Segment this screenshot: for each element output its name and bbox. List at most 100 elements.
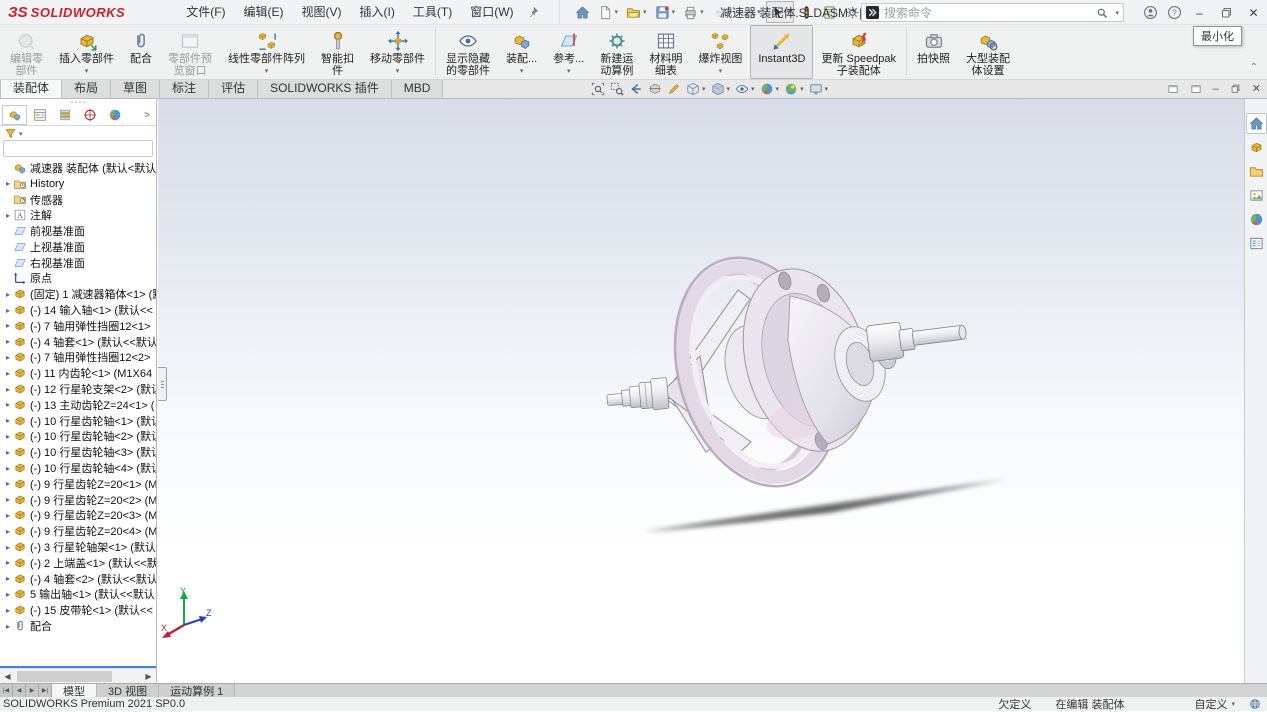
expander-icon[interactable]: ▸ — [3, 400, 13, 409]
tree-item[interactable]: ▸(-) 9 行星齿轮Z=20<3> (M — [0, 508, 156, 524]
expander-icon[interactable]: ▸ — [3, 527, 13, 536]
doc-restore-button[interactable] — [1230, 83, 1241, 94]
expander-icon[interactable]: ▸ — [3, 306, 13, 315]
expander-icon[interactable]: ▸ — [3, 385, 13, 394]
bottom-tab-model[interactable]: 模型 — [52, 684, 97, 697]
tab-sketch[interactable]: 草图 — [110, 79, 160, 98]
expander-icon[interactable]: ▸ — [3, 321, 13, 330]
expander-icon[interactable]: ▸ — [3, 179, 13, 188]
tree-item[interactable]: ▸(-) 7 轴用弹性挡圈12<2> — [0, 350, 156, 366]
tree-item[interactable]: ▸History — [0, 176, 156, 192]
restore-button[interactable] — [1213, 0, 1240, 25]
help-icon[interactable]: ? — [1162, 5, 1186, 20]
search-dropdown-icon[interactable]: ▾ — [1115, 9, 1119, 17]
tree-item[interactable]: ▸(-) 9 行星齿轮Z=20<2> (M — [0, 492, 156, 508]
panel-tab-displaymanager[interactable] — [102, 105, 127, 125]
menubar-item[interactable]: 工具(T) — [404, 0, 461, 25]
display-style-button[interactable]: ▾ — [710, 82, 732, 96]
insert-component-dropdown-icon[interactable]: ▾ — [85, 66, 89, 78]
zoom-fit-button[interactable] — [590, 82, 606, 96]
tab-mbd[interactable]: MBD — [391, 79, 444, 98]
tree-item[interactable]: ▸(-) 2 上端盖<1> (默认<<默 — [0, 555, 156, 571]
expander-icon[interactable]: ▸ — [3, 558, 13, 567]
dynamic-annotation-button[interactable] — [666, 82, 682, 96]
pin-icon[interactable] — [527, 6, 539, 18]
hide-show-items-button[interactable]: ▾ — [734, 82, 756, 96]
open-button[interactable]: ▾ — [623, 1, 650, 23]
tree-item[interactable]: ▸(固定) 1 减速器箱体<1> (默 — [0, 286, 156, 302]
search-input[interactable]: 搜索命令 — [884, 4, 1091, 21]
units-globe-icon[interactable] — [1249, 698, 1261, 710]
tab-evaluate[interactable]: 评估 — [208, 79, 258, 98]
doc-close-button[interactable]: ✕ — [1252, 82, 1261, 95]
expander-icon[interactable]: ▸ — [3, 622, 13, 631]
print-button[interactable]: ▾ — [680, 1, 707, 23]
panel-tab-featuremanager[interactable] — [2, 105, 27, 125]
account-icon[interactable] — [1138, 5, 1162, 20]
reference-geometry-dropdown-icon[interactable]: ▾ — [567, 66, 571, 78]
taskpane-custom-properties-button[interactable] — [1246, 233, 1267, 254]
tree-item[interactable]: ▸(-) 9 行星齿轮Z=20<4> (M — [0, 523, 156, 539]
taskpane-view-palette-button[interactable] — [1246, 185, 1267, 206]
ribbon-show-hidden-button[interactable]: 显示隐藏 的零部件 — [438, 25, 498, 79]
tree-item[interactable]: 上视基准面 — [0, 239, 156, 255]
expander-icon[interactable]: ▸ — [3, 290, 13, 299]
taskpane-contentcentral-button[interactable] — [1246, 137, 1267, 158]
tree-item[interactable]: ▸A注解 — [0, 207, 156, 223]
exploded-view-dropdown-icon[interactable]: ▾ — [719, 66, 723, 78]
scroll-left-icon[interactable]: ◀ — [0, 672, 15, 681]
expander-icon[interactable]: ▸ — [3, 543, 13, 552]
tree-item[interactable]: 减速器 装配体 (默认<默认_显 — [0, 160, 156, 176]
tree-item[interactable]: ▸(-) 11 内齿轮<1> (M1X64 — [0, 365, 156, 381]
bottom-tab-3d-views[interactable]: 3D 视图 — [97, 684, 159, 697]
panel-tab-propertymanager[interactable] — [27, 105, 52, 125]
tree-item[interactable]: ▸(-) 7 轴用弹性挡圈12<1> — [0, 318, 156, 334]
apply-scene-button[interactable]: ▾ — [783, 82, 805, 96]
ribbon-speedpak-button[interactable]: 更新 Speedpak 子装配体 — [813, 25, 904, 79]
tree-item[interactable]: ▸(-) 10 行星齿轮轴<1> (默认 — [0, 413, 156, 429]
nav-first-icon[interactable]: |◀ — [0, 684, 13, 697]
assembly-model[interactable] — [158, 99, 1244, 683]
close-button[interactable]: ✕ — [1240, 0, 1267, 25]
tab-markup[interactable]: 标注 — [159, 79, 209, 98]
expander-icon[interactable]: ▸ — [3, 511, 13, 520]
filter-funnel-icon[interactable] — [4, 127, 17, 140]
expander-icon[interactable]: ▸ — [3, 211, 13, 220]
previous-view-button[interactable] — [628, 82, 644, 96]
bottom-tab-motion-study[interactable]: 运动算例 1 — [159, 684, 235, 697]
expander-icon[interactable]: ▸ — [3, 432, 13, 441]
expander-icon[interactable]: ▸ — [3, 495, 13, 504]
menubar-item[interactable]: 编辑(E) — [235, 0, 293, 25]
menubar-item[interactable]: 窗口(W) — [461, 0, 522, 25]
taskpane-home-button[interactable] — [1246, 113, 1267, 134]
tree-item[interactable]: ▸(-) 12 行星轮支架<2> (默认 — [0, 381, 156, 397]
view-settings-button[interactable]: ▾ — [808, 82, 830, 96]
nav-last-icon[interactable]: ▶| — [39, 684, 52, 697]
expander-icon[interactable]: ▸ — [3, 606, 13, 615]
ribbon-large-assembly-button[interactable]: 大型装配 体设置 — [958, 25, 1018, 79]
graphics-viewport[interactable]: Y X Z — [158, 99, 1244, 683]
nav-previous-icon[interactable]: ◀ — [13, 684, 26, 697]
new-document-dropdown-icon[interactable]: ▾ — [615, 8, 619, 16]
ribbon-instant3d-button[interactable]: Instant3D — [750, 25, 813, 79]
taskpane-design-library-button[interactable] — [1246, 161, 1267, 182]
tree-item[interactable]: 右视基准面 — [0, 255, 156, 271]
panel-tab-dimxpertmanager[interactable] — [77, 105, 102, 125]
tree-item[interactable]: ▸配合 — [0, 618, 156, 634]
tree-item[interactable]: ▸(-) 3 行星轮轴架<1> (默认 — [0, 539, 156, 555]
expander-icon[interactable]: ▸ — [3, 337, 13, 346]
edit-appearance-button[interactable]: ▾ — [759, 82, 781, 96]
tree-item[interactable]: ▸(-) 10 行星齿轮轴<3> (默认 — [0, 444, 156, 460]
scrollbar-thumb[interactable] — [17, 671, 112, 682]
panel-splitter-handle[interactable] — [158, 367, 167, 401]
view-orientation-dropdown-icon[interactable]: ▾ — [702, 85, 706, 93]
ribbon-smart-fasteners-button[interactable]: 智能扣 件 — [313, 25, 362, 79]
tree-item[interactable]: ▸(-) 15 皮带轮<1> (默认<< — [0, 602, 156, 618]
ribbon-collapse-icon[interactable]: ⌃ — [1250, 62, 1258, 73]
ribbon-motion-study-button[interactable]: 新建运 动算例 — [592, 25, 641, 79]
expander-icon[interactable]: ▸ — [3, 448, 13, 457]
view-orientation-button[interactable]: ▾ — [685, 82, 707, 96]
assembly-features-dropdown-icon[interactable]: ▾ — [520, 66, 524, 78]
search-command-box[interactable]: 搜索命令 ▾ — [861, 3, 1124, 22]
tree-horizontal-scrollbar[interactable]: ◀ ▶ — [0, 668, 156, 683]
